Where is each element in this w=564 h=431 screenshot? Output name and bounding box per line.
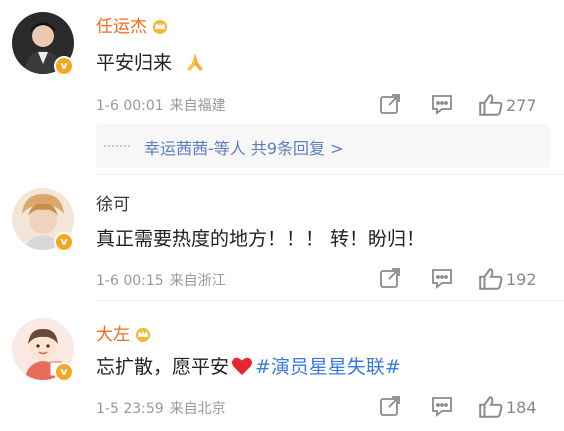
timestamp: 1-6 00:01	[96, 98, 164, 114]
verified-icon: v	[54, 56, 74, 76]
location: 来自福建	[169, 98, 226, 114]
like-count: 277	[506, 96, 537, 115]
reply-summary[interactable]: 幸运茜茜-等人 共9条回复 >	[96, 124, 550, 168]
red-heart-emoji	[231, 356, 253, 381]
pray-hands-emoji	[184, 51, 206, 78]
comment-icon[interactable]	[430, 394, 454, 422]
comment-2: v 徐可 真正需要热度的地方！！！ 转！盼归！ 1-6 00:15 来自浙江 19…	[0, 180, 564, 300]
comment-meta: 1-5 23:59 来自北京	[96, 398, 226, 418]
location: 来自北京	[169, 401, 226, 417]
share-icon[interactable]	[378, 92, 402, 120]
like-icon[interactable]	[478, 92, 504, 122]
divider	[96, 174, 564, 175]
hashtag-link[interactable]: #演员星星失联#	[255, 356, 401, 378]
crown-icon	[151, 18, 169, 39]
like-icon[interactable]	[478, 266, 504, 296]
comment-meta: 1-6 00:01 来自福建	[96, 95, 226, 115]
comment-meta: 1-6 00:15 来自浙江	[96, 270, 226, 290]
share-icon[interactable]	[378, 266, 402, 294]
comment-text: 真正需要热度的地方！！！ 转！盼归！	[96, 228, 426, 250]
comment-text: 平安归来	[96, 48, 206, 78]
reply-dash	[104, 145, 130, 147]
like-count: 184	[506, 398, 537, 417]
username[interactable]: 任运杰	[96, 12, 169, 39]
crown-icon	[134, 326, 152, 347]
username[interactable]: 大左	[96, 320, 152, 347]
like-count: 192	[506, 270, 537, 289]
verified-icon: v	[54, 362, 74, 382]
comment-actions: 192	[378, 266, 558, 294]
share-icon[interactable]	[378, 394, 402, 422]
like-icon[interactable]	[478, 394, 504, 424]
comment-3: v 大左 忘扩散，愿平安 #演员星星失联# 1-5 23:59 来自北京 184	[0, 310, 564, 431]
comment-icon[interactable]	[430, 92, 454, 120]
comment-icon[interactable]	[430, 266, 454, 294]
comment-1: v 任运杰 平安归来 1-6 00:01 来自福建 277 幸运茜茜-等人 共9条…	[0, 0, 564, 200]
comment-actions: 184	[378, 394, 558, 422]
comment-actions: 277	[378, 92, 558, 120]
timestamp: 1-6 00:15	[96, 273, 164, 289]
verified-icon: v	[54, 232, 74, 252]
username[interactable]: 徐可	[96, 190, 130, 215]
timestamp: 1-5 23:59	[96, 401, 164, 417]
location: 来自浙江	[169, 273, 226, 289]
comment-text: 忘扩散，愿平安 #演员星星失联#	[96, 352, 401, 381]
divider	[96, 300, 564, 301]
reply-link[interactable]: 幸运茜茜-等人 共9条回复 >	[144, 135, 344, 159]
